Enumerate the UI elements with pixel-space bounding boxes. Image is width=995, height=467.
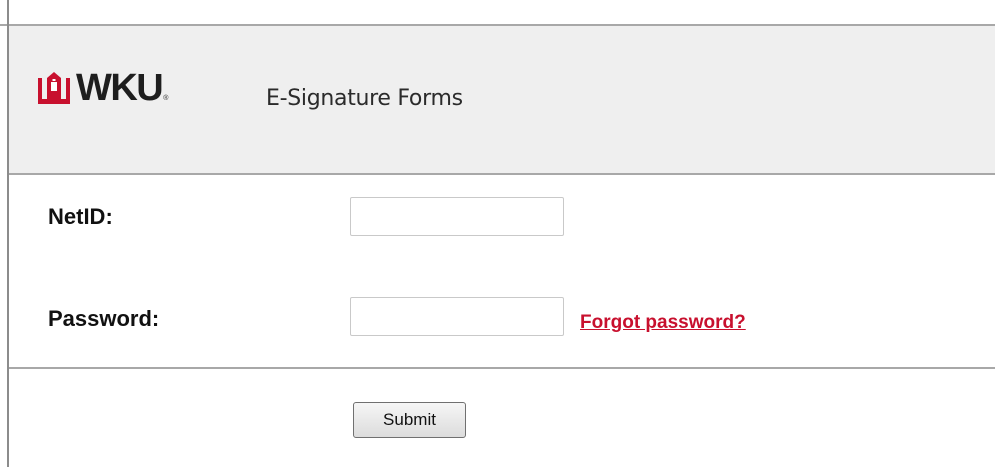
netid-field[interactable] — [350, 197, 564, 236]
wku-tower-icon — [38, 72, 70, 104]
forgot-password-link[interactable]: Forgot password? — [580, 312, 746, 334]
login-page: WKU ® E-Signature Forms NetID: Password:… — [0, 0, 995, 467]
logo-trademark: ® — [163, 95, 169, 102]
netid-label: NetID: — [48, 204, 113, 229]
page-title: E-Signature Forms — [266, 86, 463, 111]
top-strip — [0, 0, 995, 26]
form-divider — [9, 367, 995, 369]
logo-wordmark: WKU — [76, 67, 164, 109]
password-field[interactable] — [350, 297, 564, 336]
wku-logo: WKU ® — [38, 67, 169, 109]
submit-button[interactable]: Submit — [353, 402, 466, 438]
password-label: Password: — [48, 306, 160, 331]
